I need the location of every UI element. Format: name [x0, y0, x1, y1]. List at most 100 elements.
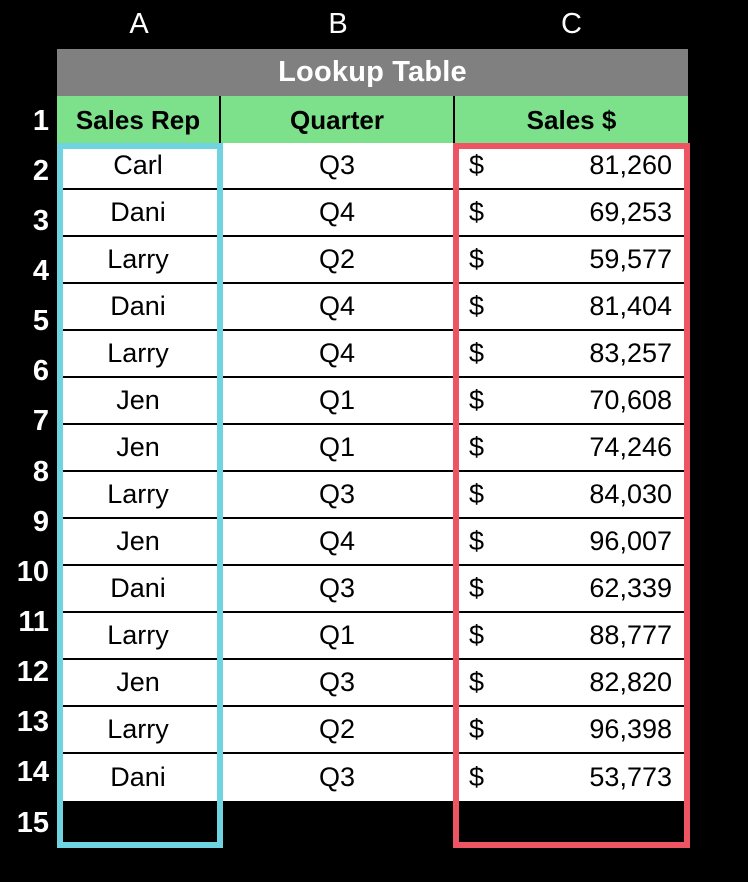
cell-sales-amount[interactable]: $88,777: [455, 613, 688, 658]
sales-amount-value: 96,007: [589, 526, 672, 556]
column-header-bar: A B C: [57, 0, 688, 49]
cell-quarter[interactable]: Q1: [221, 378, 455, 423]
cell-sales-rep[interactable]: Jen: [57, 425, 221, 470]
currency-symbol: $: [469, 150, 485, 180]
row-number-3[interactable]: 3: [0, 196, 53, 246]
column-header-a[interactable]: A: [57, 0, 221, 49]
cell-quarter[interactable]: Q3: [221, 472, 455, 517]
currency-symbol: $: [469, 291, 485, 321]
cell-sales-amount[interactable]: $81,260: [455, 143, 688, 188]
cell-quarter[interactable]: Q4: [221, 519, 455, 564]
table-header-row: Sales Rep Quarter Sales $: [57, 96, 688, 143]
cell-sales-rep[interactable]: Dani: [57, 190, 221, 235]
cell-sales-amount[interactable]: $96,398: [455, 707, 688, 752]
cell-sales-rep[interactable]: Carl: [57, 143, 221, 188]
row-number-15[interactable]: 15: [0, 798, 53, 848]
header-sales-amount: Sales $: [455, 96, 688, 143]
cell-quarter[interactable]: Q2: [221, 237, 455, 282]
lookup-table: Lookup Table Sales Rep Quarter Sales $ C…: [57, 49, 688, 848]
cell-sales-rep[interactable]: Larry: [57, 707, 221, 752]
row-number-10[interactable]: 10: [0, 547, 53, 597]
cell-quarter[interactable]: Q3: [221, 143, 455, 188]
sales-amount-value: 62,339: [589, 573, 672, 603]
sales-amount-value: 88,777: [589, 620, 672, 650]
cell-quarter[interactable]: Q1: [221, 613, 455, 658]
cell-sales-amount[interactable]: $53,773: [455, 754, 688, 801]
cell-quarter[interactable]: Q1: [221, 425, 455, 470]
cell-sales-amount[interactable]: $74,246: [455, 425, 688, 470]
table-row: Jen Q3 $82,820: [57, 660, 688, 707]
sales-amount-value: 84,030: [589, 479, 672, 509]
cell-sales-rep[interactable]: Larry: [57, 237, 221, 282]
table-body: Carl Q3 $81,260 Dani Q4 $69,253 Larry Q2 $59,577…: [57, 143, 688, 848]
cell-sales-amount[interactable]: $84,030: [455, 472, 688, 517]
row-number-9[interactable]: 9: [0, 497, 53, 547]
sales-amount-value: 53,773: [589, 762, 672, 792]
cell-sales-rep[interactable]: Jen: [57, 660, 221, 705]
currency-symbol: $: [469, 479, 485, 509]
sales-amount-value: 81,260: [589, 150, 672, 180]
cell-sales-rep[interactable]: Larry: [57, 331, 221, 376]
row-number-11[interactable]: 11: [0, 597, 53, 647]
row-number-12[interactable]: 12: [0, 648, 53, 698]
header-sales-rep: Sales Rep: [57, 96, 221, 143]
column-header-b[interactable]: B: [221, 0, 455, 49]
sales-amount-value: 82,820: [589, 667, 672, 697]
table-row: Larry Q3 $84,030: [57, 472, 688, 519]
table-row: Larry Q2 $59,577: [57, 237, 688, 284]
cell-sales-amount[interactable]: $83,257: [455, 331, 688, 376]
table-row: Dani Q3 $62,339: [57, 566, 688, 613]
cell-sales-amount[interactable]: $62,339: [455, 566, 688, 611]
table-row: Jen Q4 $96,007: [57, 519, 688, 566]
table-row: Jen Q1 $70,608: [57, 378, 688, 425]
row-number-14[interactable]: 14: [0, 748, 53, 798]
cell-sales-rep[interactable]: Larry: [57, 613, 221, 658]
table-row: Larry Q4 $83,257: [57, 331, 688, 378]
cell-quarter[interactable]: Q3: [221, 754, 455, 801]
row-number-gutter: 1 2 3 4 5 6 7 8 9 10 11 12 13 14 15: [0, 96, 53, 848]
row-number-7[interactable]: 7: [0, 397, 53, 447]
row-number-5[interactable]: 5: [0, 297, 53, 347]
currency-symbol: $: [469, 432, 485, 462]
row-number-1[interactable]: 1: [0, 96, 53, 146]
cell-sales-rep[interactable]: Dani: [57, 754, 221, 801]
table-title-row: Lookup Table: [57, 49, 688, 96]
cell-sales-amount[interactable]: $82,820: [455, 660, 688, 705]
cell-sales-amount[interactable]: $96,007: [455, 519, 688, 564]
cell-sales-amount[interactable]: $69,253: [455, 190, 688, 235]
row-number-13[interactable]: 13: [0, 698, 53, 748]
cell-sales-rep[interactable]: Dani: [57, 284, 221, 329]
row-number-4[interactable]: 4: [0, 246, 53, 296]
currency-symbol: $: [469, 385, 485, 415]
cell-sales-rep[interactable]: Dani: [57, 566, 221, 611]
table-row: Dani Q3 $53,773: [57, 754, 688, 801]
row-number-6[interactable]: 6: [0, 347, 53, 397]
cell-sales-rep[interactable]: Jen: [57, 519, 221, 564]
cell-quarter[interactable]: Q4: [221, 331, 455, 376]
table-row: Carl Q3 $81,260: [57, 143, 688, 190]
currency-symbol: $: [469, 573, 485, 603]
header-quarter: Quarter: [221, 96, 455, 143]
currency-symbol: $: [469, 714, 485, 744]
cell-quarter[interactable]: Q4: [221, 190, 455, 235]
table-row: Dani Q4 $81,404: [57, 284, 688, 331]
cell-quarter[interactable]: Q3: [221, 660, 455, 705]
column-header-c[interactable]: C: [455, 0, 688, 49]
currency-symbol: $: [469, 338, 485, 368]
cell-sales-rep[interactable]: Jen: [57, 378, 221, 423]
cell-sales-amount[interactable]: $70,608: [455, 378, 688, 423]
cell-quarter[interactable]: Q3: [221, 566, 455, 611]
cell-quarter[interactable]: Q2: [221, 707, 455, 752]
cell-sales-amount[interactable]: $59,577: [455, 237, 688, 282]
row-number-2[interactable]: 2: [0, 146, 53, 196]
sales-amount-value: 74,246: [589, 432, 672, 462]
cell-sales-amount[interactable]: $81,404: [455, 284, 688, 329]
currency-symbol: $: [469, 667, 485, 697]
cell-sales-rep[interactable]: Larry: [57, 472, 221, 517]
sales-amount-value: 69,253: [589, 197, 672, 227]
currency-symbol: $: [469, 244, 485, 274]
cell-quarter[interactable]: Q4: [221, 284, 455, 329]
table-row: Larry Q1 $88,777: [57, 613, 688, 660]
row-number-8[interactable]: 8: [0, 447, 53, 497]
sales-amount-value: 96,398: [589, 714, 672, 744]
